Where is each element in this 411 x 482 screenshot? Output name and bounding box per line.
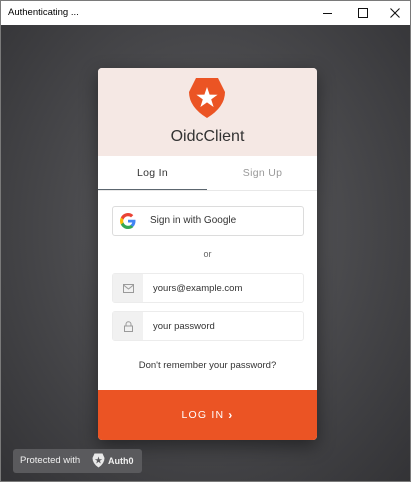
login-card: OidcClient Log In Sign Up Sign in with G… (98, 68, 317, 440)
app-name: OidcClient (170, 128, 245, 145)
title-bar: Authenticating ... (1, 1, 410, 25)
lock-icon (123, 320, 133, 332)
minimize-button[interactable] (311, 1, 343, 25)
auth-window: Authenticating ... OidcClient Log In Sig… (0, 0, 411, 482)
auth0-badge-logo-icon (92, 453, 105, 468)
auth-tabs: Log In Sign Up (98, 156, 317, 191)
email-input[interactable] (153, 274, 293, 302)
password-input[interactable] (153, 312, 293, 340)
password-icon-box (113, 312, 143, 340)
password-field[interactable] (112, 311, 304, 341)
email-field[interactable] (112, 273, 304, 303)
maximize-button[interactable] (347, 1, 379, 25)
chevron-right-icon: › (228, 408, 234, 422)
forgot-password-link[interactable]: Don't remember your password? (98, 360, 317, 371)
tab-log-in[interactable]: Log In (98, 156, 207, 190)
badge-brand: Auth0 (108, 456, 134, 466)
log-in-button[interactable]: LOG IN › (98, 390, 317, 440)
maximize-icon (358, 8, 368, 18)
log-in-label: LOG IN (181, 409, 225, 421)
card-header: OidcClient (98, 68, 317, 156)
close-icon (390, 8, 400, 18)
envelope-icon (122, 283, 134, 293)
badge-text: Protected with (20, 455, 81, 466)
or-separator: or (203, 249, 212, 259)
minimize-icon (322, 12, 332, 14)
google-signin-label: Sign in with Google (150, 215, 237, 226)
email-icon-box (113, 274, 143, 302)
window-title: Authenticating ... (8, 7, 79, 18)
google-icon (120, 213, 136, 229)
protected-with-auth0-badge[interactable]: Protected with Auth0 (13, 449, 142, 473)
google-signin-button[interactable]: Sign in with Google (112, 206, 304, 236)
close-button[interactable] (379, 1, 410, 25)
auth0-shield-logo-icon (189, 78, 225, 118)
tab-sign-up[interactable]: Sign Up (208, 156, 317, 190)
